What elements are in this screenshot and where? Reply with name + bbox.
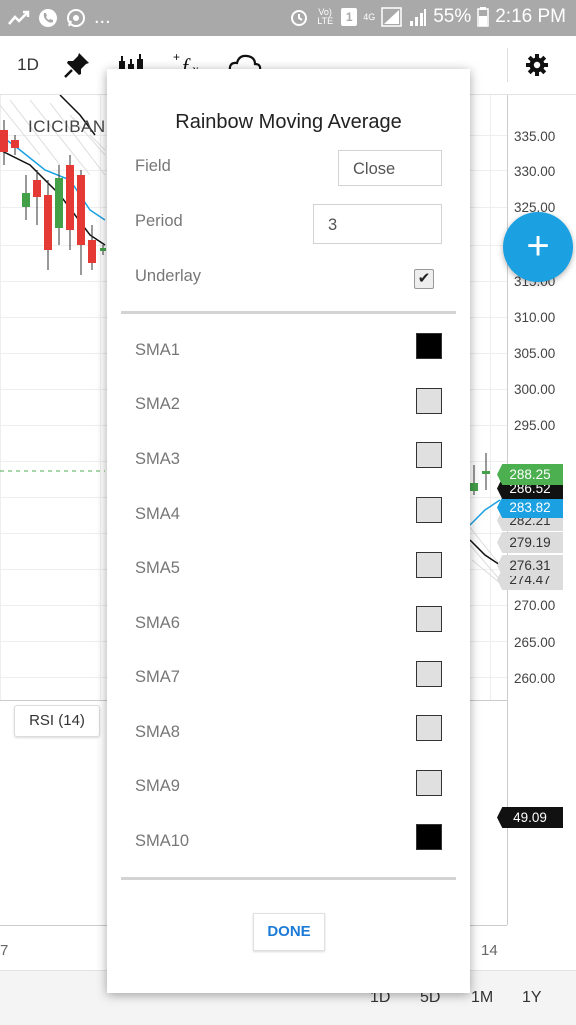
rsi-value-tag: 49.09 bbox=[497, 807, 563, 828]
sma-label: SMA6 bbox=[135, 614, 180, 632]
sma-label: SMA2 bbox=[135, 395, 180, 413]
notification-badge: 1 bbox=[341, 8, 358, 26]
alarm-icon bbox=[291, 10, 308, 26]
price-tick: 310.00 bbox=[514, 310, 556, 325]
interval-selector[interactable]: 1D bbox=[12, 50, 44, 80]
rsi-study-chip[interactable]: RSI (14) bbox=[14, 705, 100, 737]
signal-bars-icon bbox=[410, 9, 427, 26]
sma-color-swatch[interactable] bbox=[416, 715, 442, 741]
underlay-label: Underlay bbox=[135, 267, 202, 285]
field-label: Field bbox=[135, 157, 171, 175]
sma-label: SMA10 bbox=[135, 832, 190, 850]
price-tick: 260.00 bbox=[514, 671, 556, 686]
rainbow-ma-dialog: Rainbow Moving Average Field Close Perio… bbox=[107, 69, 470, 993]
price-tick: 335.00 bbox=[514, 129, 556, 144]
field-select[interactable]: Close bbox=[338, 150, 442, 186]
sma-color-swatch[interactable] bbox=[416, 661, 442, 687]
more-notifications: ... bbox=[94, 6, 111, 28]
price-tick: 295.00 bbox=[514, 418, 556, 433]
period-1y[interactable]: 1Y bbox=[522, 989, 542, 1007]
whatsapp-icon bbox=[67, 8, 85, 27]
signal-icon bbox=[381, 7, 402, 27]
add-fab-button[interactable]: + bbox=[503, 212, 573, 282]
x-axis-label: 14 bbox=[481, 942, 498, 959]
sma-color-swatch[interactable] bbox=[416, 606, 442, 632]
done-button[interactable]: DONE bbox=[253, 913, 325, 951]
sma-label: SMA9 bbox=[135, 777, 180, 795]
dialog-title: Rainbow Moving Average bbox=[175, 111, 402, 133]
sma-label: SMA1 bbox=[135, 341, 180, 359]
sma-color-swatch[interactable] bbox=[416, 388, 442, 414]
sma-label: SMA5 bbox=[135, 559, 180, 577]
sma-color-swatch[interactable] bbox=[416, 497, 442, 523]
status-bar: ... Vo) LTE 1 4G 55% 2:16 PM bbox=[0, 0, 576, 36]
status-left: ... bbox=[8, 6, 111, 29]
gear-icon[interactable] bbox=[522, 50, 552, 80]
sma-label: SMA3 bbox=[135, 450, 180, 468]
sma-label: SMA8 bbox=[135, 723, 180, 741]
network-type: 4G bbox=[363, 11, 376, 22]
battery-icon bbox=[477, 7, 489, 27]
sma-color-swatch[interactable] bbox=[416, 824, 442, 850]
symbol-label: ICICIBANK bbox=[28, 117, 118, 136]
price-tag: 288.25 bbox=[497, 464, 563, 485]
status-right: Vo) LTE 1 4G 55% 2:16 PM bbox=[289, 6, 566, 28]
price-tick: 300.00 bbox=[514, 382, 556, 397]
price-tick: 270.00 bbox=[514, 598, 556, 613]
divider bbox=[121, 311, 456, 314]
underlay-checkbox[interactable]: ✔ bbox=[414, 269, 434, 289]
sma-color-swatch[interactable] bbox=[416, 770, 442, 796]
x-axis-label: 7 bbox=[0, 942, 9, 959]
price-tick: 265.00 bbox=[514, 635, 556, 650]
price-tick: 305.00 bbox=[514, 346, 556, 361]
sma-label: SMA7 bbox=[135, 668, 180, 686]
period-input[interactable]: 3 bbox=[313, 204, 442, 244]
phone-icon bbox=[39, 8, 57, 27]
period-label: Period bbox=[135, 212, 183, 230]
battery-percent: 55% bbox=[433, 6, 472, 27]
volte-label: Vo) LTE bbox=[317, 7, 334, 26]
sma-label: SMA4 bbox=[135, 505, 180, 523]
period-1m[interactable]: 1M bbox=[471, 989, 493, 1007]
trending-icon bbox=[8, 10, 30, 25]
toolbar-separator bbox=[507, 48, 508, 82]
price-tag: 279.19 bbox=[497, 532, 563, 553]
svg-text:+: + bbox=[173, 51, 180, 64]
sma-color-swatch[interactable] bbox=[416, 333, 442, 359]
price-tag: 283.82 bbox=[497, 497, 563, 518]
price-tick: 330.00 bbox=[514, 164, 556, 179]
divider bbox=[121, 877, 456, 880]
sma-color-swatch[interactable] bbox=[416, 552, 442, 578]
sma-color-swatch[interactable] bbox=[416, 442, 442, 468]
price-tag: 276.31 bbox=[497, 555, 563, 576]
pin-icon[interactable] bbox=[60, 50, 94, 80]
clock-time: 2:16 PM bbox=[495, 6, 566, 27]
